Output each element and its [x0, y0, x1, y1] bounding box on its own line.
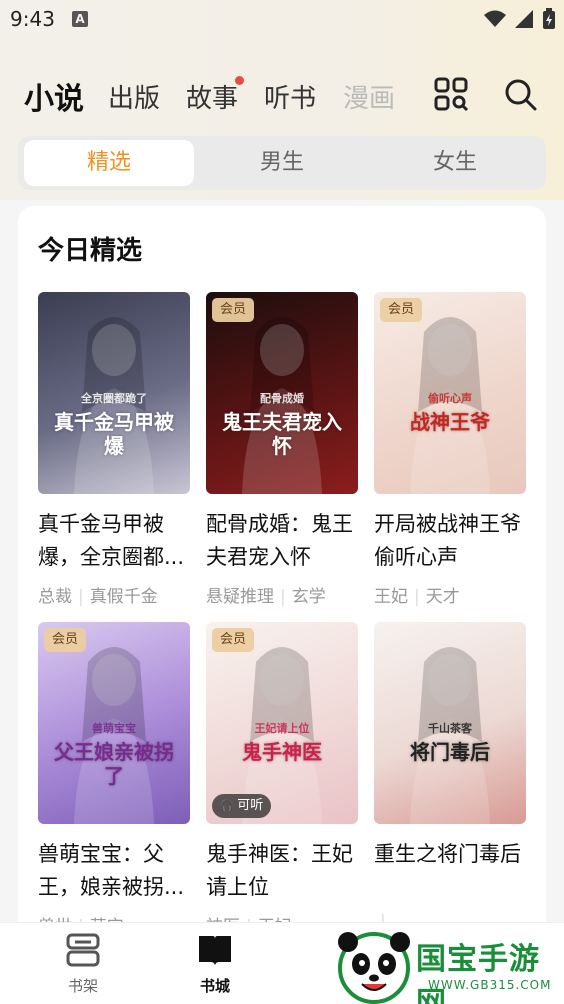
status-time: 9:43 — [10, 7, 55, 31]
book-cover[interactable]: 配骨成婚鬼王夫君宠入怀 会员 — [206, 292, 358, 494]
section-title: 今日精选 — [38, 236, 143, 266]
category-nav: 小说 出版 故事 听书 漫画 — [0, 70, 564, 120]
cover-title-art: 战神王爷 — [410, 410, 490, 434]
cover-title-art: 真千金马甲被爆 — [54, 410, 174, 458]
new-dot-badge — [235, 76, 244, 85]
tab-audiobook[interactable]: 听书 — [264, 78, 316, 115]
book-tag: 玄学 — [291, 587, 326, 607]
book-tags: 悬疑推理 | 玄学 — [206, 582, 358, 607]
book-cover[interactable]: 全京圈都跪了真千金马甲被爆 — [38, 292, 190, 494]
book-title[interactable]: 配骨成婚：鬼王夫君宠入怀 — [206, 508, 358, 574]
vip-badge: 会员 — [44, 628, 87, 652]
vip-badge: 会员 — [380, 298, 423, 322]
tab-publish[interactable]: 出版 — [108, 78, 160, 115]
book-tag: 真假千金 — [89, 587, 158, 607]
tab-comic[interactable]: 漫画 — [343, 78, 395, 115]
book-item[interactable]: 千山茶客将门毒后重生之将门毒后| — [374, 622, 526, 932]
book-cover[interactable]: 兽萌宝宝父王娘亲被拐了 会员 — [38, 622, 190, 824]
tag-separator: | — [78, 587, 84, 607]
book-title[interactable]: 真千金马甲被爆，全京圈都... — [38, 508, 190, 574]
book-tags: 王妃 | 天才 — [374, 582, 526, 607]
book-cover[interactable]: 偷听心声战神王爷 会员 — [374, 292, 526, 494]
headphones-icon: 🎧 — [220, 799, 238, 812]
book-item[interactable]: 兽萌宝宝父王娘亲被拐了会员兽萌宝宝：父王，娘亲被拐...兽世|萌宝 — [38, 622, 190, 936]
cover-subtitle: 千山茶客 — [428, 722, 472, 735]
book-title[interactable]: 重生之将门毒后 — [374, 838, 526, 904]
segment-male[interactable]: 男生 — [197, 140, 367, 186]
tag-separator: | — [414, 587, 420, 607]
book-cover[interactable]: 千山茶客 将门毒后 — [374, 622, 526, 824]
book-open-icon — [199, 936, 231, 965]
vip-badge: 会员 — [212, 628, 255, 652]
search-icon[interactable] — [502, 76, 538, 112]
book-title[interactable]: 开局被战神王爷偷听心声 — [374, 508, 526, 574]
book-title[interactable]: 兽萌宝宝：父王，娘亲被拐... — [38, 838, 190, 904]
notification-icon: A — [72, 11, 88, 27]
wifi-icon — [484, 10, 506, 27]
book-cover[interactable]: 王妃请上位鬼手神医 会员 🎧 可听 — [206, 622, 358, 824]
audio-available-badge: 🎧 可听 — [212, 794, 272, 818]
panda-logo-icon — [338, 932, 410, 1004]
cover-title-art: 鬼王夫君宠入怀 — [222, 410, 342, 458]
tab-novel[interactable]: 小说 — [24, 74, 84, 118]
segment-female[interactable]: 女生 — [370, 140, 540, 186]
status-bar: 9:43 A — [0, 0, 564, 40]
bottom-tab-bookstore[interactable]: 书城 — [170, 933, 260, 996]
book-item[interactable]: 偷听心声战神王爷 会员开局被战神王爷偷听心声王妃 | 天才 — [374, 292, 526, 607]
book-tags: 总裁 | 真假千金 — [38, 582, 190, 607]
cover-subtitle: 全京圈都跪了 — [81, 392, 147, 405]
bottom-tab-label: 书城 — [199, 977, 230, 995]
cover-title-art: 鬼手神医 — [242, 740, 322, 764]
status-icons — [484, 8, 556, 30]
cover-subtitle: 偷听心声 — [428, 392, 472, 405]
cover-subtitle: 兽萌宝宝 — [92, 722, 136, 735]
book-item[interactable]: 王妃请上位鬼手神医会员🎧 可听鬼手神医：王妃请上位神医|王妃 — [206, 622, 358, 936]
watermark-text: 国宝手游网 — [416, 942, 540, 1004]
cover-title-art: 将门毒后 — [410, 740, 490, 764]
book-item[interactable]: 全京圈都跪了真千金马甲被爆真千金马甲被爆，全京圈都... 总裁 | 真假千金 — [38, 292, 190, 607]
watermark-logo: 国宝手游网 WWW.GB315.COM — [332, 926, 564, 1004]
tab-story[interactable]: 故事 — [186, 78, 238, 115]
cover-title-art: 父王娘亲被拐了 — [54, 740, 174, 788]
gender-segment: 精选 男生 女生 — [18, 136, 546, 190]
book-tag: 悬疑推理 — [206, 587, 274, 607]
bottom-tab-label: 书架 — [67, 977, 98, 995]
apps-grid-icon[interactable] — [433, 76, 469, 112]
segment-featured[interactable]: 精选 — [24, 140, 194, 186]
book-tag: 总裁 — [38, 587, 72, 607]
signal-icon — [515, 10, 533, 28]
bookshelf-icon — [66, 933, 100, 967]
cover-subtitle: 配骨成婚 — [260, 392, 304, 405]
tag-separator: | — [280, 587, 286, 607]
todays-picks-card: 今日精选 全京圈都跪了 真千金马甲被爆 真千金马甲被爆，全京圈都... 总裁 | 真假千金… — [18, 206, 546, 936]
book-title[interactable]: 鬼手神医：王妃请上位 — [206, 838, 358, 904]
battery-icon — [543, 8, 555, 29]
bottom-tab-bookshelf[interactable]: 书架 — [38, 933, 128, 996]
watermark-url: WWW.GB315.COM — [428, 978, 552, 992]
audio-label: 可听 — [237, 798, 264, 813]
vip-badge: 会员 — [212, 298, 255, 322]
book-item[interactable]: 配骨成婚鬼王夫君宠入怀 会员配骨成婚：鬼王夫君宠入怀悬疑推理 | 玄学 — [206, 292, 358, 607]
book-tag: 天才 — [425, 587, 460, 607]
book-tag: 王妃 — [374, 587, 408, 607]
cover-subtitle: 王妃请上位 — [254, 722, 310, 735]
